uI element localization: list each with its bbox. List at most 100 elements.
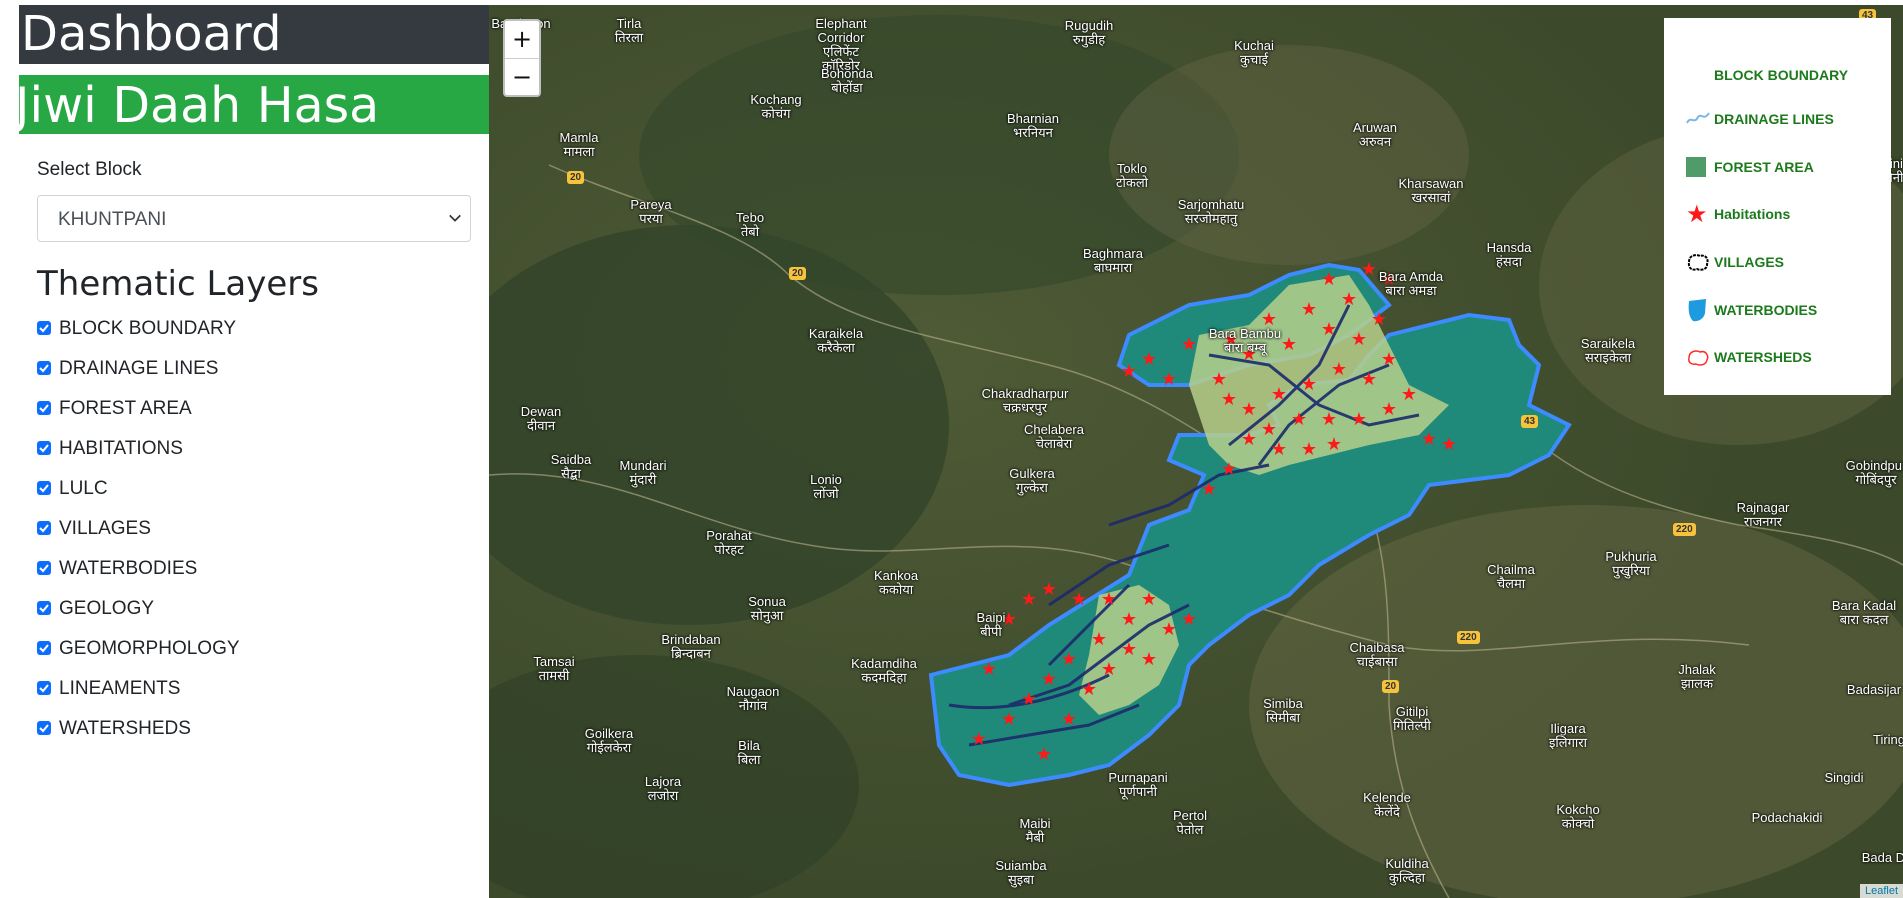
svg-text:★: ★ — [1261, 419, 1277, 440]
checkbox[interactable] — [37, 401, 51, 415]
chevron-down-icon — [449, 214, 461, 222]
checkbox[interactable] — [37, 481, 51, 495]
layer-item[interactable]: DRAINAGE LINES — [37, 358, 240, 398]
highway-shield: 220 — [1457, 631, 1480, 644]
place-label: Goilkera गोईलकेरा — [584, 726, 634, 755]
block-select[interactable]: KHUNTPANI — [37, 195, 471, 242]
svg-text:★: ★ — [1061, 649, 1077, 670]
highway-shield: 220 — [1673, 523, 1696, 536]
svg-text:★: ★ — [1021, 589, 1037, 610]
legend-label: WATERBODIES — [1714, 302, 1818, 318]
checkbox[interactable] — [37, 521, 51, 535]
checkbox[interactable] — [37, 361, 51, 375]
legend-item: BLOCK BOUNDARY — [1686, 60, 1848, 90]
checkbox[interactable] — [37, 721, 51, 735]
place-label: Kokcho कोक्चो — [1556, 802, 1600, 831]
svg-text:★: ★ — [1121, 639, 1137, 660]
watersheds-icon — [1686, 343, 1714, 371]
place-label: Jhalak झालक — [1678, 662, 1716, 691]
layer-item[interactable]: WATERSHEDS — [37, 718, 240, 758]
svg-text:★: ★ — [1351, 409, 1367, 430]
svg-text:★: ★ — [1401, 384, 1417, 405]
layer-item[interactable]: GEOLOGY — [37, 598, 240, 638]
highway-shield: 20 — [1382, 680, 1400, 693]
svg-text:★: ★ — [1301, 299, 1317, 320]
layer-item[interactable]: LULC — [37, 478, 240, 518]
layer-item[interactable]: FOREST AREA — [37, 398, 240, 438]
svg-text:★: ★ — [981, 659, 997, 680]
svg-text:★: ★ — [1061, 709, 1077, 730]
svg-text:★: ★ — [1321, 269, 1337, 290]
zoom-in-button[interactable]: + — [505, 21, 539, 59]
forest-area-icon — [1686, 153, 1714, 181]
place-label: Saraikela सराइकेला — [1580, 336, 1636, 365]
villages-icon — [1686, 248, 1714, 276]
svg-text:★: ★ — [1241, 399, 1257, 420]
svg-text:★: ★ — [1101, 589, 1117, 610]
place-label: Tiring — [1872, 732, 1903, 747]
svg-text:★: ★ — [1021, 689, 1037, 710]
layer-label: WATERBODIES — [59, 558, 198, 579]
place-label: Bada Da — [1861, 850, 1903, 865]
legend-label: BLOCK BOUNDARY — [1714, 67, 1849, 83]
leaflet-attribution[interactable]: Leaflet — [1859, 884, 1903, 898]
svg-text:★: ★ — [1041, 579, 1057, 600]
highway-shield: 43 — [1521, 415, 1539, 428]
layer-label: DRAINAGE LINES — [59, 358, 219, 379]
legend-label: Habitations — [1714, 206, 1791, 222]
legend-item: ★ Habitations — [1686, 199, 1790, 229]
checkbox[interactable] — [37, 561, 51, 575]
zoom-out-button[interactable]: − — [505, 59, 539, 96]
svg-text:★: ★ — [1341, 289, 1357, 310]
layer-label: WATERSHEDS — [59, 718, 191, 739]
checkbox[interactable] — [37, 601, 51, 615]
layer-item[interactable]: BLOCK BOUNDARY — [37, 318, 240, 358]
legend-item: DRAINAGE LINES — [1686, 104, 1834, 134]
svg-text:★: ★ — [1381, 399, 1397, 420]
place-label: Maibi मैबी — [1019, 816, 1051, 845]
layer-label: VILLAGES — [59, 518, 151, 539]
checkbox[interactable] — [37, 321, 51, 335]
svg-text:★: ★ — [1181, 609, 1197, 630]
place-label: Podachakidi — [1751, 810, 1823, 825]
svg-text:★: ★ — [1321, 409, 1337, 430]
place-label: Sarjomhatu सरजोमहातु — [1177, 197, 1245, 226]
place-label: Iligara इलिगारा — [1549, 721, 1587, 750]
layer-item[interactable]: WATERBODIES — [37, 558, 240, 598]
layer-item[interactable]: GEOMORPHOLOGY — [37, 638, 240, 678]
svg-text:★: ★ — [1041, 669, 1057, 690]
checkbox[interactable] — [37, 441, 51, 455]
place-label: Gobindpur गोबिंदपुर — [1845, 458, 1903, 487]
layer-item[interactable]: HABITATIONS — [37, 438, 240, 478]
svg-text:★: ★ — [1381, 349, 1397, 370]
checkbox[interactable] — [37, 681, 51, 695]
thematic-layers-title: Thematic Layers — [37, 264, 319, 304]
place-label: Rajnagar राजनगर — [1736, 500, 1790, 529]
svg-text:★: ★ — [1001, 709, 1017, 730]
place-label: Tebo तेबो — [735, 210, 765, 239]
place-label: Kelende केलेंदे — [1363, 790, 1411, 819]
block-boundary-icon — [1686, 61, 1714, 89]
layer-item[interactable]: LINEAMENTS — [37, 678, 240, 718]
district-title: Jiwi Daah Hasa — [19, 75, 489, 134]
svg-text:★: ★ — [1271, 384, 1287, 405]
layer-item[interactable]: VILLAGES — [37, 518, 240, 558]
place-label: Chelabera चेलाबेरा — [1024, 422, 1084, 451]
drainage-lines-icon — [1686, 105, 1714, 133]
map-view[interactable]: ★ ★ ★ ★ ★ ★ ★ ★ ★ ★ ★ ★ ★ ★ ★ ★ ★ ★ ★ ★ ★ ★ ★ ★ ★ ★ ★ ★ ★ ★ ★ ★ … — [489, 5, 1903, 898]
place-label: Dewan दीवान — [520, 404, 562, 433]
place-label: Badasijar — [1846, 682, 1902, 697]
layer-list: BLOCK BOUNDARY DRAINAGE LINES FOREST ARE… — [37, 318, 240, 758]
place-label: Simiba सिमीबा — [1263, 696, 1303, 725]
legend-label: WATERSHEDS — [1714, 349, 1812, 365]
place-label: Gulkera गुल्केरा — [1009, 466, 1055, 495]
place-label: Pukhuria पुखुरिया — [1605, 549, 1657, 578]
svg-text:★: ★ — [971, 729, 987, 750]
highway-shield: 20 — [567, 171, 585, 184]
checkbox[interactable] — [37, 641, 51, 655]
habitation-star-icon: ★ — [1686, 200, 1708, 228]
svg-text:★: ★ — [1301, 439, 1317, 460]
map-legend: BLOCK BOUNDARY DRAINAGE LINES FOREST ARE… — [1664, 18, 1891, 395]
svg-text:★: ★ — [1221, 389, 1237, 410]
svg-text:★: ★ — [1241, 429, 1257, 450]
